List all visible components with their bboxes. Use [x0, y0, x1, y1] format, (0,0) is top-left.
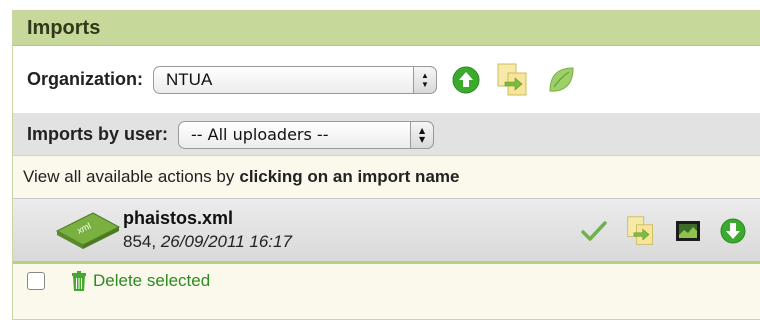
checkmark-icon — [581, 221, 607, 241]
delete-selected-button[interactable]: Delete selected — [93, 271, 210, 291]
select-arrows-icon: ▲ ▼ — [413, 65, 437, 94]
filmstrip-icon — [676, 221, 700, 241]
import-actions — [581, 215, 760, 247]
import-preview-button[interactable] — [675, 220, 701, 242]
import-name-link[interactable]: phaistos.xml — [123, 208, 233, 229]
import-id: 854 — [123, 232, 152, 251]
upload-button[interactable] — [451, 65, 481, 95]
imports-panel: Imports Organization: NTUA ▲ ▼ Imports b… — [12, 10, 760, 320]
leaf-icon — [549, 66, 574, 92]
panel-title: Imports — [13, 11, 760, 46]
uploaders-label: Imports by user: — [27, 124, 169, 144]
uploaders-row: Imports by user: -- All uploaders -- ▲ ▼ — [13, 114, 760, 156]
document-transform-icon — [497, 63, 527, 95]
upload-arrow-icon — [452, 66, 480, 93]
xml-file-icon: xml — [55, 212, 121, 249]
leaf-button[interactable] — [545, 64, 577, 96]
instruction-emphasis: clicking on an import name — [239, 167, 460, 186]
import-item: xml phaistos.xml 854, 26/09/2011 16:17 — [13, 198, 760, 264]
document-transform-icon — [627, 216, 653, 245]
instruction-text: View all available actions by clicking o… — [13, 156, 760, 198]
uploaders-selected-value: -- All uploaders -- — [191, 125, 329, 144]
import-meta: 854, 26/09/2011 16:17 — [123, 232, 292, 251]
select-arrows-icon: ▲ ▼ — [410, 120, 435, 149]
import-datetime: 26/09/2011 16:17 — [160, 232, 292, 251]
validated-status — [581, 220, 607, 242]
select-all-checkbox[interactable] — [27, 272, 45, 290]
instruction-prefix: View all available actions by — [23, 167, 235, 186]
import-transform-button[interactable] — [625, 215, 657, 247]
trash-icon[interactable] — [71, 271, 87, 291]
organization-row: Organization: NTUA ▲ ▼ — [13, 46, 760, 114]
organization-label: Organization: — [27, 69, 143, 89]
organization-selected-value: NTUA — [166, 69, 213, 89]
organization-select[interactable]: NTUA ▲ ▼ — [153, 65, 437, 94]
download-arrow-icon — [720, 218, 746, 244]
import-download-button[interactable] — [719, 217, 747, 245]
transform-button[interactable] — [495, 62, 531, 98]
uploaders-select[interactable]: -- All uploaders -- ▲ ▼ — [178, 120, 435, 149]
delete-row: Delete selected — [13, 264, 760, 298]
